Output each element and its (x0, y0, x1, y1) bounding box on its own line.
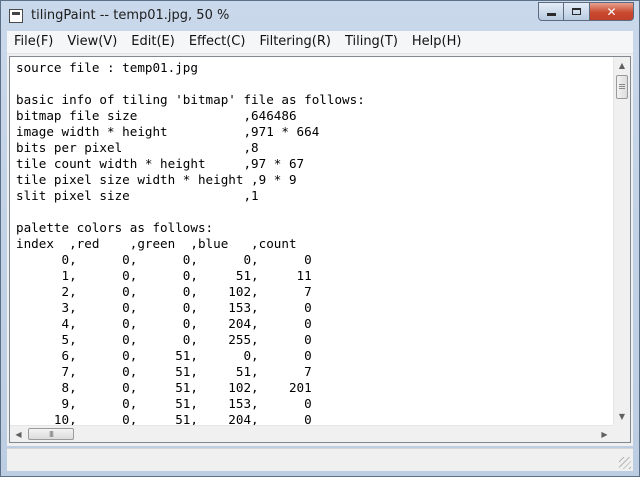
maximize-icon (572, 8, 581, 15)
scroll-down-icon[interactable]: ▼ (614, 408, 630, 425)
horizontal-scrollbar[interactable]: ◀ III ▶ (10, 425, 613, 442)
report-line: 9, 0, 51, 153, 0 (16, 396, 312, 411)
report-line (16, 76, 365, 92)
menu-tiling[interactable]: Tiling(T) (338, 32, 405, 52)
text-output-area[interactable]: source file : temp01.jpg basic info of t… (9, 56, 631, 443)
scrollbar-corner (613, 425, 630, 442)
report-line: 7, 0, 51, 51, 7 (16, 364, 312, 379)
menu-bar: File(F) View(V) Edit(E) Effect(C) Filtering(… (7, 31, 633, 54)
report-line: index ,red ,green ,blue ,count (16, 236, 297, 251)
vertical-scrollbar[interactable]: ▲ ▼ (613, 57, 630, 425)
report-line: tile pixel size width * height ,9 * 9 (16, 172, 297, 187)
report-text: source file : temp01.jpg basic info of t… (16, 60, 365, 428)
menu-edit[interactable]: Edit(E) (124, 32, 182, 52)
report-line: 1, 0, 0, 51, 11 (16, 268, 312, 283)
report-line: 2, 0, 0, 102, 7 (16, 284, 312, 299)
report-line (16, 204, 365, 220)
menu-view[interactable]: View(V) (60, 32, 124, 52)
report-line: 4, 0, 0, 204, 0 (16, 316, 312, 331)
report-line: image width * height ,971 * 664 (16, 124, 320, 139)
menu-file[interactable]: File(F) (7, 32, 60, 52)
menu-help[interactable]: Help(H) (405, 32, 469, 52)
resize-grip-icon[interactable] (619, 457, 631, 469)
scroll-left-icon[interactable]: ◀ (10, 426, 27, 442)
report-line: tile count width * height ,97 * 67 (16, 156, 305, 171)
menu-effect[interactable]: Effect(C) (182, 32, 253, 52)
report-line: bits per pixel ,8 (16, 140, 259, 155)
report-line: source file : temp01.jpg (16, 60, 198, 75)
app-window: tilingPaint -- temp01.jpg, 50 % ✕ File(F… (0, 0, 640, 477)
caption-buttons: ✕ (538, 2, 634, 22)
report-line: 3, 0, 0, 153, 0 (16, 300, 312, 315)
minimize-icon (546, 13, 556, 16)
report-line: palette colors as follows: (16, 220, 214, 235)
report-line: bitmap file size ,646486 (16, 108, 297, 123)
scroll-right-icon[interactable]: ▶ (596, 426, 613, 442)
vertical-scroll-thumb[interactable] (616, 75, 628, 99)
maximize-button[interactable] (564, 2, 590, 21)
report-line: 6, 0, 51, 0, 0 (16, 348, 312, 363)
minimize-button[interactable] (538, 2, 564, 21)
client-area: source file : temp01.jpg basic info of t… (7, 54, 633, 446)
menu-filtering[interactable]: Filtering(R) (252, 32, 337, 52)
close-icon: ✕ (606, 4, 617, 19)
status-bar (7, 448, 633, 471)
window-title: tilingPaint -- temp01.jpg, 50 % (31, 8, 230, 23)
report-line: 8, 0, 51, 102, 201 (16, 380, 312, 395)
report-line: 0, 0, 0, 0, 0 (16, 252, 312, 267)
report-line: basic info of tiling 'bitmap' file as fo… (16, 92, 365, 107)
scroll-up-icon[interactable]: ▲ (614, 57, 630, 74)
app-icon[interactable] (9, 9, 23, 23)
report-line: slit pixel size ,1 (16, 188, 259, 203)
horizontal-scroll-thumb[interactable]: III (28, 428, 74, 440)
close-button[interactable]: ✕ (590, 2, 634, 21)
report-line: 5, 0, 0, 255, 0 (16, 332, 312, 347)
title-bar[interactable]: tilingPaint -- temp01.jpg, 50 % ✕ (1, 1, 639, 31)
